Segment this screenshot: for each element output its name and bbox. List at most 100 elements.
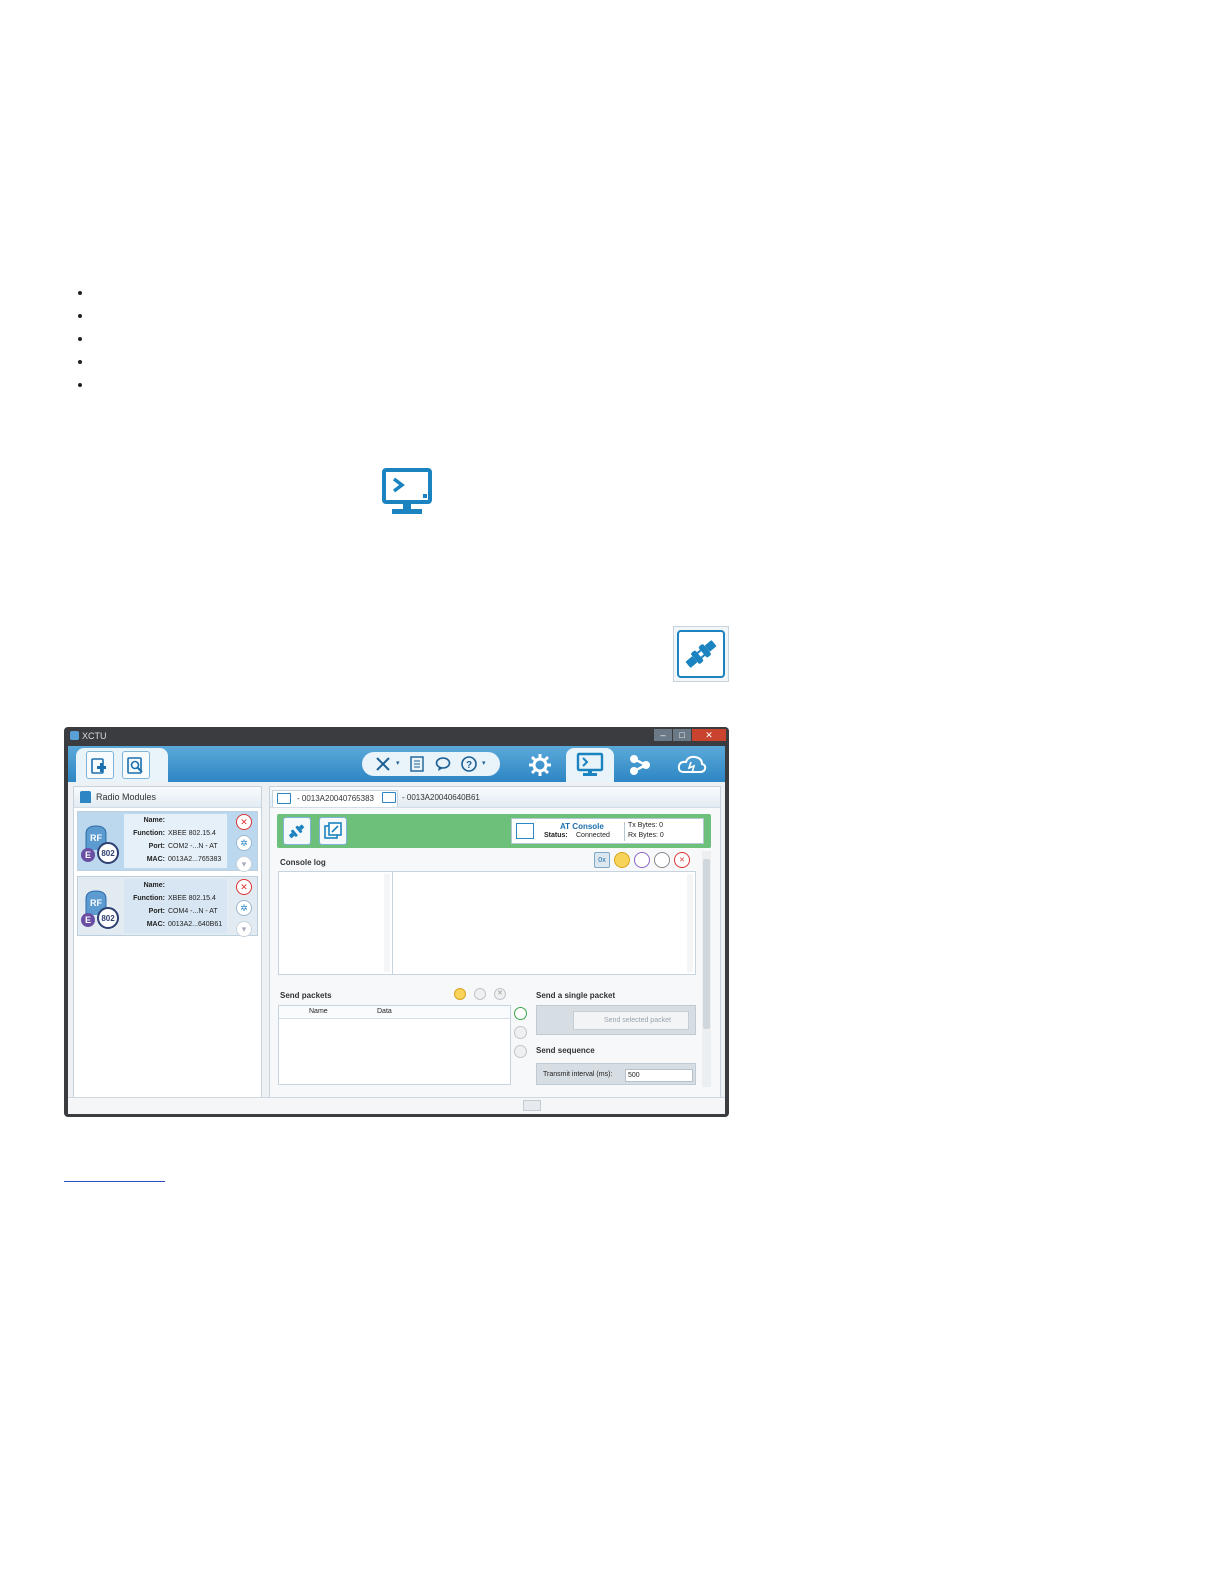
name-label: Name:: [143, 817, 165, 824]
console-log-title: Console log: [280, 858, 326, 867]
clear-session-icon[interactable]: [614, 852, 630, 868]
module-info: Name: Function: XBEE 802.15.4 Port: COM2 -…: [124, 814, 227, 868]
add-device-icon: [91, 758, 106, 774]
send-packets-title: Send packets: [280, 991, 332, 1000]
discover-network-icon[interactable]: ✲: [236, 835, 252, 851]
tx-bytes: Tx Bytes: 0: [628, 822, 664, 829]
close-console-icon[interactable]: ✕: [674, 852, 690, 868]
consoles-mode-tab[interactable]: [566, 748, 614, 782]
configuration-mode-tab[interactable]: [516, 748, 564, 782]
add-packet-icon[interactable]: [454, 988, 466, 1000]
panel-scrollbar[interactable]: [702, 851, 711, 1087]
port-value: COM2 -...N - AT: [168, 843, 218, 850]
help-button[interactable]: ?: [460, 755, 478, 773]
connect-plug-icon: [677, 630, 725, 678]
edit-icon[interactable]: [514, 1026, 527, 1039]
connect-button-illustration: [673, 626, 729, 682]
scrollbar-thumb[interactable]: [703, 859, 710, 1029]
console-tabs: - 0013A20040765383 - 0013A20040640B61: [270, 787, 720, 808]
send-selected-packet-button[interactable]: Send selected packet: [573, 1011, 689, 1030]
save-packets-icon[interactable]: [474, 988, 486, 1000]
module-actions: ✕ ✲ ▾: [236, 879, 252, 942]
badge-number: 802: [101, 914, 115, 923]
console-hex-view[interactable]: [279, 872, 393, 974]
at-console-status: AT Console Status: Connected Tx Bytes: 0…: [511, 818, 704, 844]
console-monitor-icon: [382, 467, 432, 517]
hex-toggle-button[interactable]: 0x: [594, 852, 610, 868]
discover-devices-button[interactable]: [122, 751, 150, 779]
radio-modules-header: Radio Modules: [74, 787, 261, 808]
save-log-icon[interactable]: [634, 852, 650, 868]
window-title: XCTU: [82, 731, 107, 741]
radio-module-item[interactable]: RF E 802 Name: Function: XBEE 802.15.4 Po…: [77, 811, 258, 872]
scrollbar[interactable]: [687, 874, 693, 972]
maximize-button[interactable]: □: [673, 729, 691, 741]
minimize-button[interactable]: –: [654, 729, 672, 741]
gear-icon: [529, 754, 551, 776]
list-document-icon: [410, 756, 424, 772]
chevron-down-icon: ▾: [396, 760, 400, 767]
mac-label: MAC:: [146, 921, 165, 928]
function-value: XBEE 802.15.4: [168, 830, 216, 837]
tools-pill: ? ▾ ▾: [362, 752, 500, 776]
connect-plug-icon: [288, 824, 305, 839]
transmit-interval-label: Transmit interval (ms):: [543, 1071, 613, 1078]
console-monitor-icon: [277, 793, 291, 804]
rx-bytes: Rx Bytes: 0: [628, 832, 664, 839]
send-sequence-title: Send sequence: [536, 1046, 595, 1055]
console-log-area[interactable]: [278, 871, 696, 975]
profile-button[interactable]: [408, 755, 426, 773]
cloud-mode-tab[interactable]: [668, 748, 716, 782]
radio-modules-icon: [80, 791, 91, 803]
remove-module-icon[interactable]: ✕: [236, 879, 252, 895]
function-label: Function:: [133, 830, 165, 837]
console-panel: - 0013A20040765383 - 0013A20040640B61 AT…: [269, 786, 721, 1108]
xbee-802-module-icon: RF E 802: [80, 885, 124, 929]
mac-value: 0013A2...765383: [168, 856, 222, 863]
remove-icon[interactable]: [514, 1045, 527, 1058]
port-label: Port:: [148, 843, 165, 850]
function-value: XBEE 802.15.4: [168, 895, 216, 902]
lock-icon[interactable]: [654, 852, 670, 868]
status-value: Connected: [576, 832, 610, 839]
send-sequence-box: Transmit interval (ms): 500: [536, 1063, 696, 1085]
module-actions: ✕ ✲ ▾: [236, 814, 252, 877]
console-monitor-icon: [382, 792, 396, 803]
close-window-button[interactable]: ✕: [692, 729, 726, 741]
feedback-button[interactable]: [434, 755, 452, 773]
remove-module-icon[interactable]: ✕: [236, 814, 252, 830]
console-status-bar: AT Console Status: Connected Tx Bytes: 0…: [277, 814, 711, 848]
status-label: Status:: [544, 832, 568, 839]
send-packets-table[interactable]: Name Data: [278, 1005, 511, 1085]
status-divider: [624, 822, 625, 841]
delete-packets-icon[interactable]: ✕: [494, 988, 506, 1000]
open-connection-button[interactable]: [283, 817, 311, 845]
toolbar-left-group: [76, 748, 168, 782]
add-icon[interactable]: [514, 1007, 527, 1020]
transmit-interval-input[interactable]: 500: [625, 1069, 693, 1082]
badge-rf: RF: [90, 898, 102, 908]
more-options-icon[interactable]: ▾: [236, 856, 252, 872]
chat-bubble-icon: [435, 757, 451, 771]
status-indicator-icon: [523, 1100, 541, 1111]
tools-button[interactable]: [374, 755, 392, 773]
table-header: Name Data: [279, 1006, 510, 1019]
discover-search-icon: [127, 757, 143, 774]
cloud-icon: [677, 755, 707, 774]
radio-modules-title: Radio Modules: [96, 792, 157, 802]
add-device-button[interactable]: [86, 751, 114, 779]
scrollbar[interactable]: [384, 874, 390, 972]
detach-console-button[interactable]: [319, 817, 347, 845]
discover-network-icon[interactable]: ✲: [236, 900, 252, 916]
badge-letter: E: [85, 850, 91, 860]
function-label: Function:: [133, 895, 165, 902]
more-options-icon[interactable]: ▾: [236, 921, 252, 937]
hyperlink-underline[interactable]: [64, 1181, 165, 1182]
radio-module-item[interactable]: RF E 802 Name: Function: XBEE 802.15.4 Po…: [77, 876, 258, 937]
badge-rf: RF: [90, 833, 102, 843]
svg-text:?: ?: [466, 760, 472, 771]
window-client: ? ▾ ▾ Radio Modules RF E 802 Name: Funct…: [68, 746, 725, 1114]
network-mode-tab[interactable]: [616, 748, 664, 782]
name-label: Name:: [143, 882, 165, 889]
console-tab-2[interactable]: - 0013A20040640B61: [378, 790, 480, 806]
